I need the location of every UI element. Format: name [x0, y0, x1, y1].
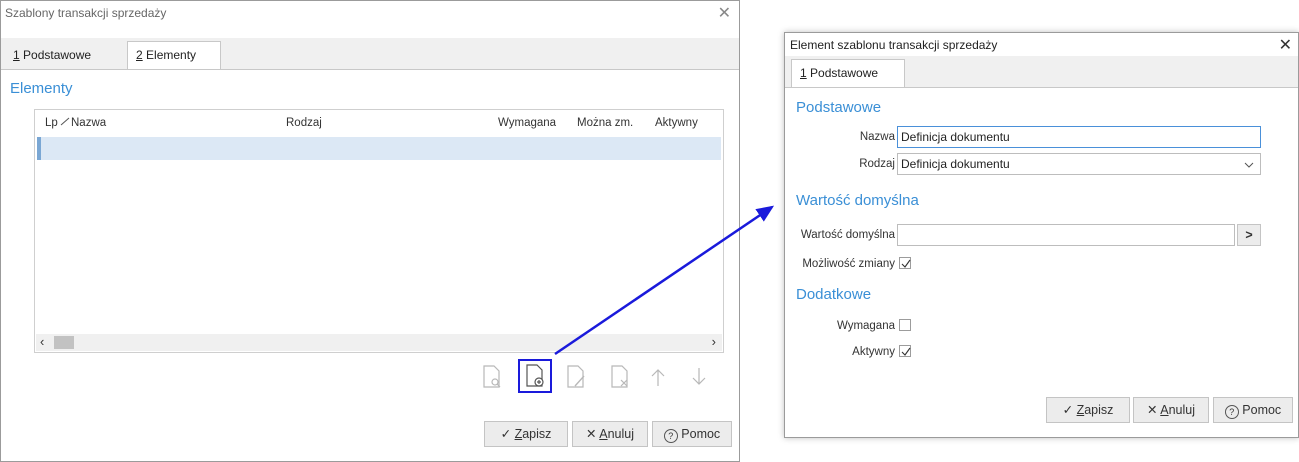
check-icon [901, 347, 911, 356]
chevron-down-icon [1244, 162, 1254, 168]
name-field[interactable]: Definicja dokumentu [897, 126, 1261, 148]
cancel-accel: A [1160, 403, 1169, 417]
help-icon: ? [1224, 405, 1239, 419]
detail-tabstrip: 1 Podstawowe [785, 56, 1298, 88]
cancel-label: nuluj [1168, 403, 1196, 417]
default-value-label: Wartość domyślna [800, 229, 895, 241]
active-checkbox[interactable] [899, 345, 911, 357]
help-button[interactable]: ? Pomoc [1213, 397, 1293, 423]
required-checkbox[interactable] [899, 319, 911, 331]
dodatkowe-section-title: Dodatkowe [796, 286, 872, 303]
tab-label: Podstawowe [806, 66, 879, 80]
save-button[interactable]: ✓ Zapisz [1046, 397, 1130, 423]
detail-titlebar: Element szablonu transakcji sprzedaży ✕ [785, 33, 1298, 57]
changeable-checkbox[interactable] [899, 257, 911, 269]
detail-close-icon[interactable]: ✕ [1279, 35, 1292, 55]
podstawowe-section-title: Podstawowe [796, 99, 882, 116]
type-select-value: Definicja dokumentu [901, 157, 1010, 171]
save-label: apisz [1084, 403, 1114, 417]
check-icon: ✓ [1062, 403, 1074, 417]
required-label: Wymagana [836, 320, 895, 332]
active-label: Aktywny [852, 346, 895, 358]
changeable-label: Możliwość zmiany [802, 258, 895, 270]
wartosc-domyslna-section-title: Wartość domyślna [796, 192, 919, 209]
type-select[interactable]: Definicja dokumentu [897, 153, 1261, 175]
default-value-picker-button[interactable]: > [1237, 224, 1261, 246]
tab-accel: 1 [800, 66, 807, 80]
tab-podstawowe[interactable]: 1 Podstawowe [791, 59, 905, 87]
help-label: Pomoc [1242, 403, 1282, 417]
type-label: Rodzaj [859, 158, 895, 170]
name-label: Nazwa [859, 131, 895, 143]
detail-window: Element szablonu transakcji sprzedaży ✕ … [784, 32, 1299, 438]
detail-window-title: Element szablonu transakcji sprzedaży [790, 38, 998, 52]
check-icon [901, 259, 911, 268]
default-value-field[interactable] [897, 224, 1235, 246]
close-icon: ✕ [1146, 403, 1158, 417]
cancel-button[interactable]: ✕ Anuluj [1133, 397, 1209, 423]
